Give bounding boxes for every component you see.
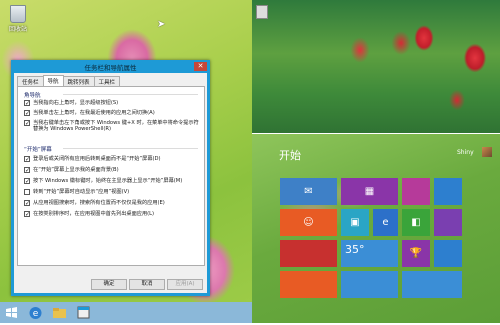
dialog-body: 任务栏 导航 跳转列表 工具栏 角导航 ✓ 当我指向右上角时，显示超级按钮(S)…	[14, 73, 207, 293]
cancel-button[interactable]: 取消	[129, 279, 165, 290]
apply-button[interactable]: 应用(A)	[167, 279, 203, 290]
tile-games[interactable]: 🏆	[402, 240, 430, 267]
option-desktop-background[interactable]: ✓ 在“开始”屏幕上显示我的桌面背景(B)	[24, 167, 201, 174]
option-label: 转到“开始”屏幕时自动显示“应用”视图(V)	[33, 189, 130, 195]
start-button[interactable]	[3, 304, 20, 321]
tile-4[interactable]	[434, 178, 462, 205]
option-powershell[interactable]: ✓ 当我右键单击左下角或按下 Windows 键+X 时，在菜单中将命令提示符替…	[24, 120, 201, 132]
user-name[interactable]: Shiny	[457, 149, 474, 156]
calendar-icon: ▦	[364, 185, 375, 197]
tab-bar: 任务栏 导航 跳转列表 工具栏	[17, 75, 121, 87]
close-button[interactable]: ✕	[194, 62, 207, 71]
recycle-bin-label: 回收站	[8, 26, 27, 33]
option-label: 在“开始”屏幕上显示我的桌面背景(B)	[33, 167, 119, 173]
checkbox[interactable]: ✓	[24, 167, 30, 174]
trophy-icon: 🏆	[409, 247, 423, 259]
windows-logo-icon	[6, 307, 17, 318]
recycle-bin[interactable]: 回收站	[6, 5, 30, 33]
tulip-wallpaper	[252, 0, 500, 134]
checkbox[interactable]	[24, 189, 30, 195]
option-switch-apps-corner[interactable]: ✓ 当我单击左上角时，在我最近使用的应用之间切换(A)	[24, 110, 201, 117]
taskbar-navigation-properties-dialog: 任务栏和导航属性 ✕ 任务栏 导航 跳转列表 工具栏 角导航 ✓ 当我指向右上角…	[11, 60, 210, 296]
avatar[interactable]	[482, 147, 492, 157]
start-screen-heading: “开始”屏幕	[24, 147, 52, 153]
close-icon: ✕	[197, 62, 204, 70]
settings-taskbar-button[interactable]	[75, 304, 92, 321]
corner-navigation-heading: 角导航	[24, 93, 41, 99]
option-apps-view[interactable]: 转到“开始”屏幕时自动显示“应用”视图(V)	[24, 189, 201, 195]
tile-people[interactable]: ☺	[280, 209, 337, 236]
taskbar: e	[0, 302, 252, 323]
checkbox[interactable]: ✓	[24, 100, 30, 107]
option-go-to-desktop[interactable]: ✓ 登录后或关闭所有应用后转到桌面而不是“开始”屏幕(D)	[24, 156, 201, 163]
checkbox[interactable]: ✓	[24, 110, 30, 117]
tile-calendar[interactable]: ▦	[341, 178, 398, 205]
settings-window-icon	[77, 306, 90, 319]
start-screen: 开始 Shiny ✉ ▦ ☺ ▣ e ◧ 35° 🏆	[252, 134, 500, 323]
folder-icon	[53, 308, 66, 318]
svg-text:e: e	[33, 309, 39, 319]
tile-3[interactable]	[402, 178, 430, 205]
tile-9[interactable]	[434, 209, 462, 236]
photos-icon: ▣	[350, 216, 360, 228]
tile-ie[interactable]: e	[373, 209, 398, 236]
tile-16[interactable]	[402, 271, 462, 298]
option-search-everywhere[interactable]: ✓ 从应用视图搜索时，搜索所有位置而不仅仅是我的应用(E)	[24, 200, 201, 207]
store-icon: ◧	[411, 216, 421, 228]
tile-10[interactable]	[280, 240, 337, 267]
group-divider	[63, 94, 198, 95]
option-label: 从应用视图搜索时，搜索所有位置而不仅仅是我的应用(E)	[33, 200, 165, 206]
mouse-cursor-icon: ➤	[157, 19, 166, 30]
checkbox[interactable]: ✓	[24, 211, 30, 218]
mail-icon: ✉	[304, 185, 313, 197]
option-label: 当我单击左上角时，在我最近使用的应用之间切换(A)	[33, 110, 155, 116]
tile-mail[interactable]: ✉	[280, 178, 337, 205]
ie-icon: e	[382, 216, 389, 228]
recycle-bin-icon[interactable]	[256, 5, 268, 19]
ok-button[interactable]: 确定	[91, 279, 127, 290]
tile-13[interactable]	[434, 240, 462, 267]
tile-14[interactable]	[280, 271, 337, 298]
option-label: 按下 Windows 徽标键时，始终在主显示器上显示“开始”屏幕(M)	[33, 178, 183, 184]
option-charms-corner[interactable]: ✓ 当我指向右上角时，显示超级按钮(S)	[24, 100, 201, 107]
tile-15[interactable]	[341, 271, 398, 298]
dialog-title: 任务栏和导航属性	[84, 64, 137, 72]
option-label: 当我指向右上角时，显示超级按钮(S)	[33, 100, 119, 106]
tile-weather[interactable]: 35°	[341, 240, 398, 267]
option-label: 登录后或关闭所有应用后转到桌面而不是“开始”屏幕(D)	[33, 156, 161, 162]
checkbox[interactable]: ✓	[24, 120, 30, 127]
option-desktop-apps-first[interactable]: ✓ 在按类别排序时，在应用视图中首先列出桌面应用(L)	[24, 211, 201, 218]
ie-icon: e	[29, 307, 42, 319]
checkbox[interactable]: ✓	[24, 156, 30, 163]
file-explorer-taskbar-button[interactable]	[51, 304, 68, 321]
option-main-display[interactable]: ✓ 按下 Windows 徽标键时，始终在主显示器上显示“开始”屏幕(M)	[24, 178, 201, 185]
dialog-titlebar[interactable]: 任务栏和导航属性 ✕	[11, 60, 210, 73]
desktop: 回收站 ➤ 任务栏和导航属性 ✕ 任务栏 导航 跳转列表 工具栏 角导航 ✓ 当…	[0, 0, 252, 302]
navigation-panel: 角导航 ✓ 当我指向右上角时，显示超级按钮(S) ✓ 当我单击左上角时，在我最近…	[17, 86, 205, 266]
weather-temperature: 35°	[345, 243, 365, 256]
people-icon: ☺	[303, 216, 314, 228]
start-title: 开始	[279, 149, 301, 162]
checkbox[interactable]: ✓	[24, 200, 30, 207]
ie-taskbar-button[interactable]: e	[27, 304, 44, 321]
recycle-bin-icon	[10, 5, 26, 23]
option-label: 当我右键单击左下角或按下 Windows 键+X 时，在菜单中将命令提示符替换为…	[33, 120, 199, 132]
tile-photos[interactable]: ▣	[341, 209, 369, 236]
dialog-buttons: 确定 取消 应用(A)	[14, 279, 207, 290]
option-label: 在按类别排序时，在应用视图中首先列出桌面应用(L)	[33, 211, 155, 217]
tile-store[interactable]: ◧	[402, 209, 430, 236]
checkbox[interactable]: ✓	[24, 178, 30, 185]
group-divider	[63, 148, 198, 149]
